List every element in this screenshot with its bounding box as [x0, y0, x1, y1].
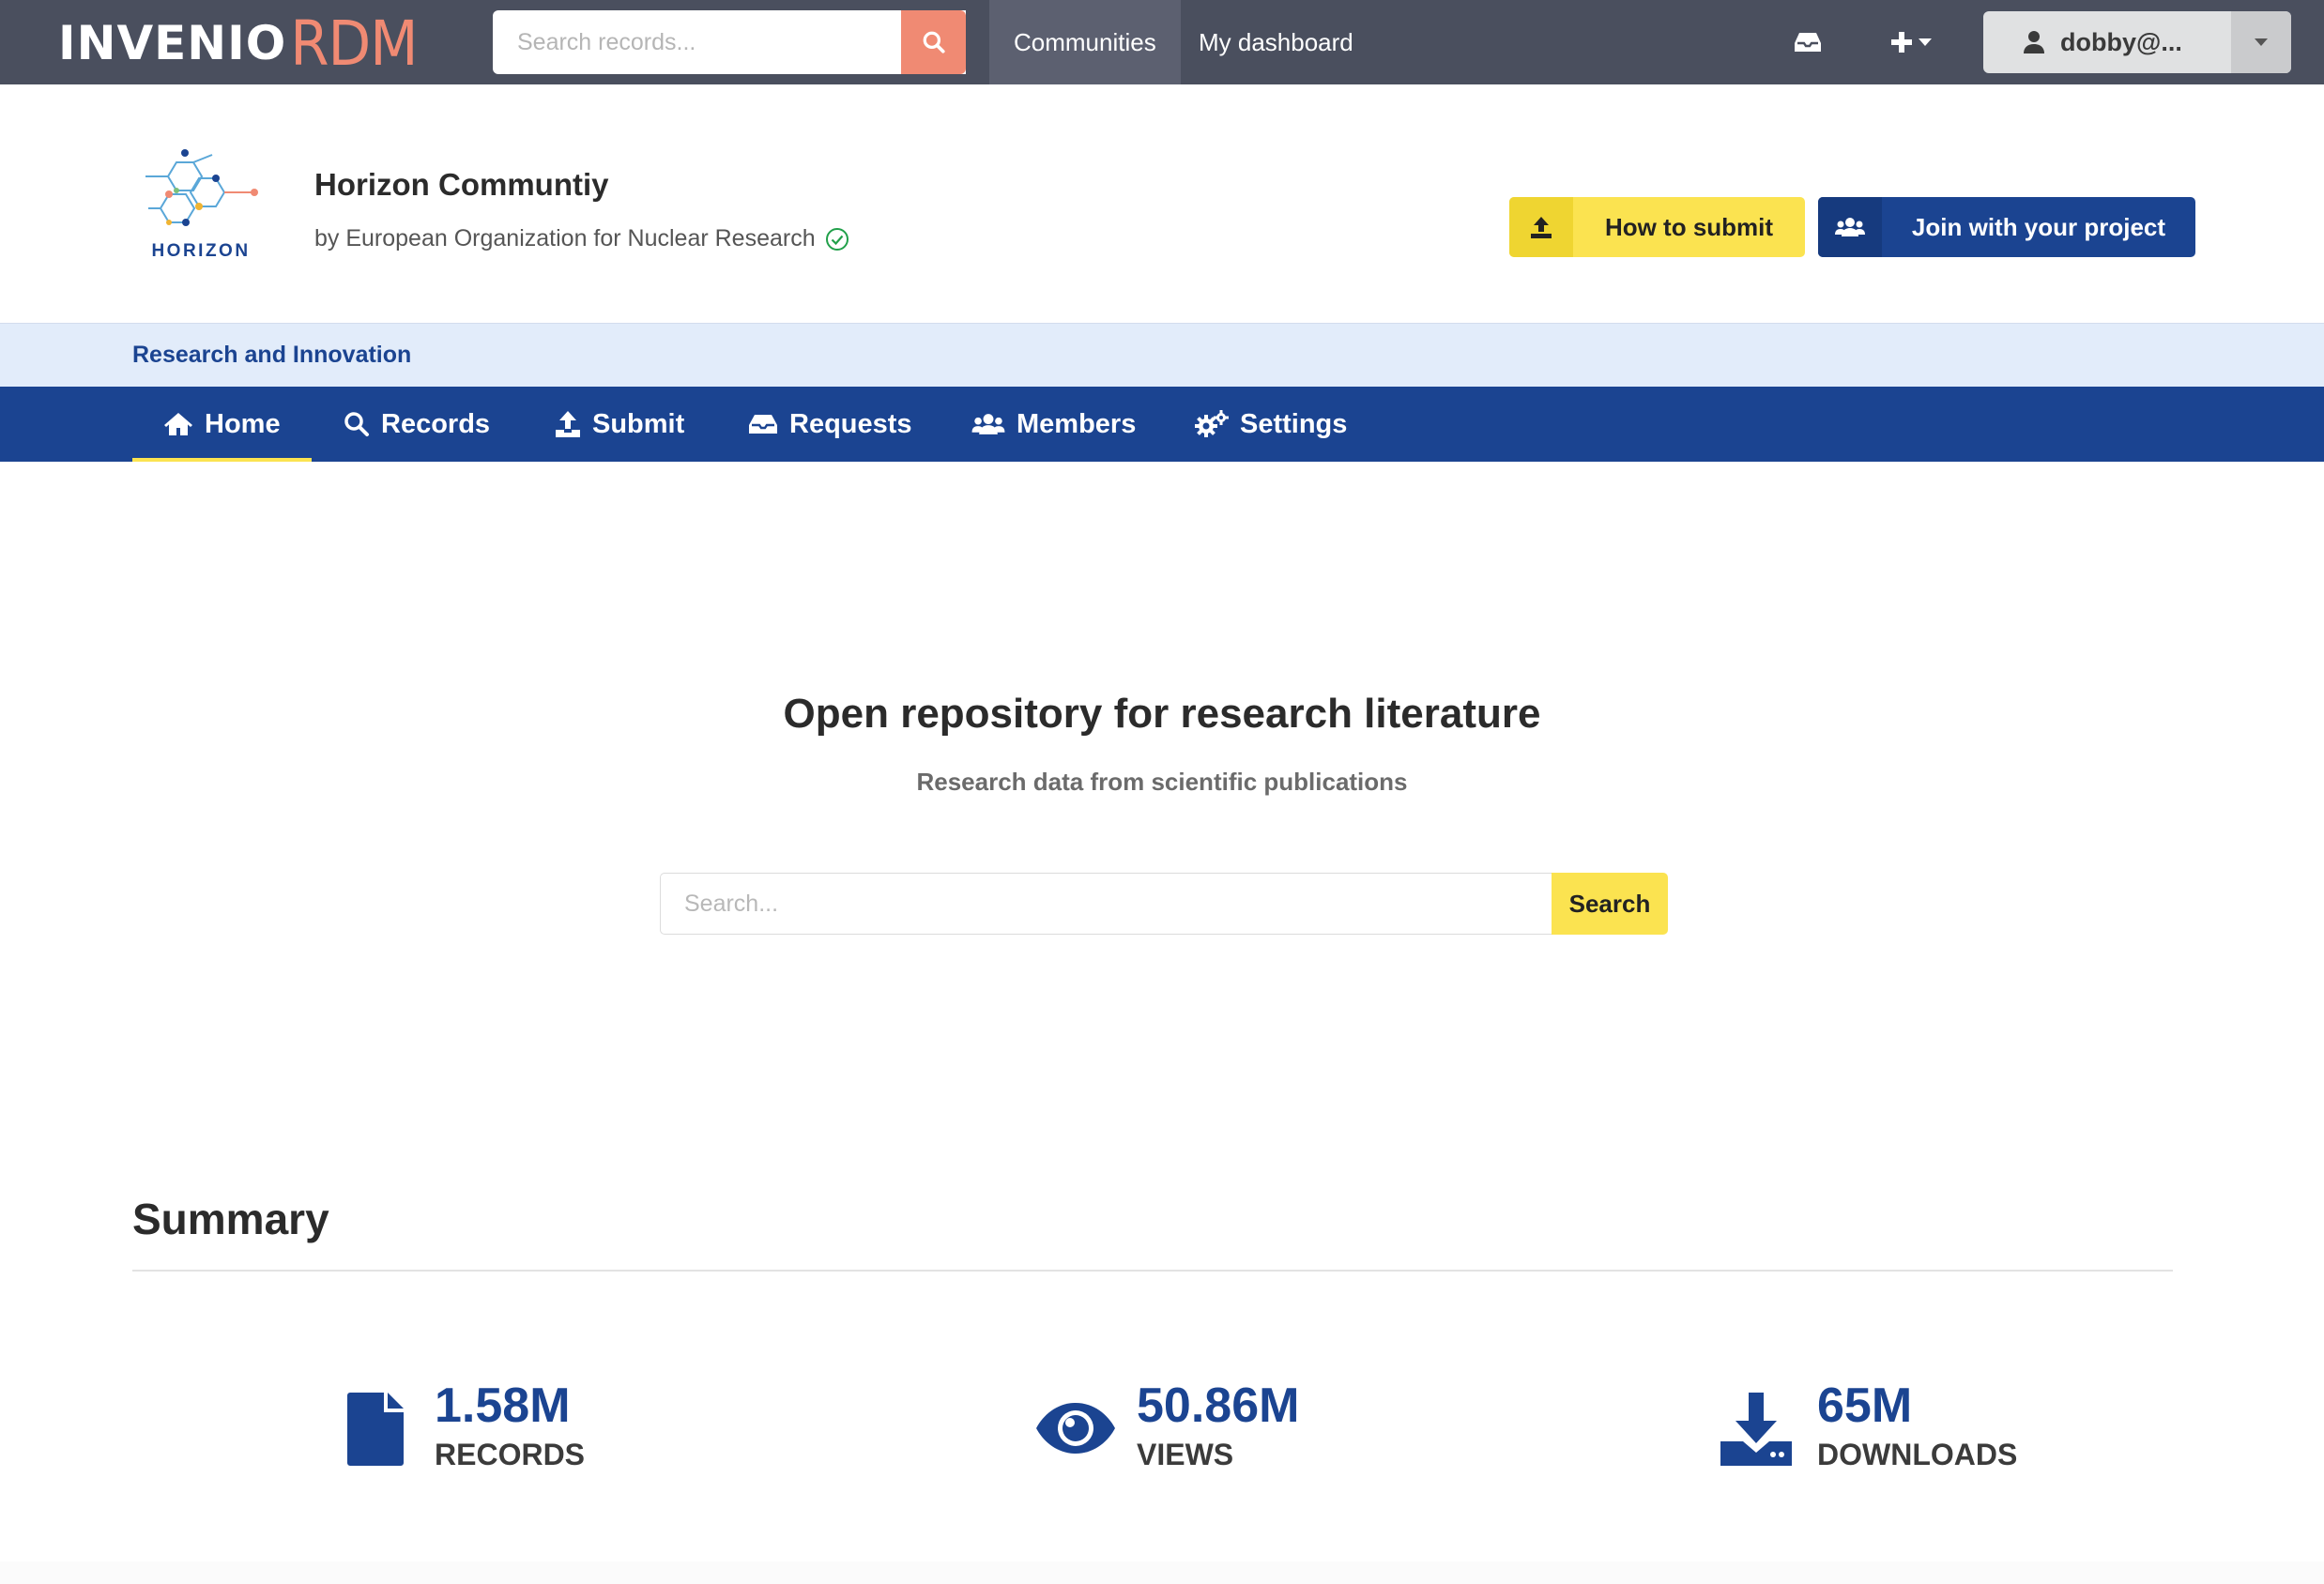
- chevron-down-icon: [2255, 38, 2268, 46]
- users-icon-box: [1818, 197, 1882, 257]
- hero-search-button[interactable]: Search: [1552, 873, 1668, 935]
- tab-settings-label: Settings: [1240, 408, 1348, 439]
- upload-icon: [1531, 217, 1552, 238]
- how-to-submit-button[interactable]: How to submit: [1509, 197, 1805, 257]
- user-icon: [2024, 31, 2044, 53]
- home-icon: [164, 413, 192, 435]
- search-icon: [923, 31, 945, 53]
- nav-communities[interactable]: Communities: [989, 0, 1181, 84]
- tab-records-label: Records: [381, 408, 491, 439]
- stat-views-label: VIEWS: [1137, 1438, 1234, 1471]
- hero-subtitle: Research data from scientific publicatio…: [916, 768, 1408, 796]
- user-email: dobby@...: [2060, 27, 2182, 56]
- inbox-icon: [1795, 33, 1821, 52]
- top-navbar: INVENIO RDM Communities My dashboard dob…: [0, 0, 2324, 84]
- stat-views: 50.86M VIEWS: [1035, 1379, 1299, 1473]
- tab-members-label: Members: [1017, 408, 1137, 439]
- stat-downloads-value: 65M: [1817, 1378, 1913, 1433]
- tab-requests[interactable]: Requests: [748, 387, 912, 462]
- stat-records: 1.58M RECORDS: [347, 1379, 585, 1473]
- community-type-strip: Research and Innovation: [0, 323, 2324, 387]
- users-icon: [1835, 218, 1865, 236]
- community-logo: HORIZON: [141, 145, 261, 266]
- stat-records-value: 1.58M: [435, 1378, 571, 1433]
- cogs-icon: [1195, 410, 1229, 437]
- tab-records[interactable]: Records: [344, 387, 490, 462]
- tab-home-label: Home: [205, 408, 281, 439]
- tab-home[interactable]: Home: [132, 387, 312, 462]
- top-search-button[interactable]: [901, 10, 966, 74]
- hero-title: Open repository for research literature: [783, 691, 1541, 737]
- community-type-label: Research and Innovation: [132, 342, 412, 368]
- plus-icon: [1891, 32, 1912, 53]
- upload-icon: [556, 411, 580, 437]
- summary-divider: [132, 1270, 2173, 1272]
- footer-edge: [0, 1561, 2324, 1584]
- check-circle-icon: [825, 227, 849, 251]
- nav-my-dashboard[interactable]: My dashboard: [1174, 0, 1378, 84]
- community-title: Horizon Communtiy: [314, 167, 609, 202]
- user-menu-button[interactable]: dobby@...: [1983, 11, 2231, 73]
- top-search-input[interactable]: [493, 10, 966, 74]
- eye-icon: [1036, 1403, 1115, 1454]
- logo-text-rdm: RDM: [290, 7, 418, 80]
- horizon-logo-text: HORIZON: [151, 241, 250, 261]
- hero-search-input[interactable]: [661, 874, 1552, 934]
- logo-text-invenio: INVENIO: [58, 16, 287, 70]
- user-menu-caret[interactable]: [2231, 11, 2291, 73]
- download-icon: [1720, 1393, 1792, 1466]
- stat-downloads-label: DOWNLOADS: [1817, 1438, 2018, 1471]
- search-icon: [344, 412, 369, 436]
- stat-downloads: 65M DOWNLOADS: [1720, 1379, 2017, 1473]
- join-project-button[interactable]: Join with your project: [1818, 197, 2195, 257]
- community-byline: by European Organization for Nuclear Res…: [314, 225, 849, 252]
- file-icon: [347, 1393, 404, 1466]
- horizon-logo-graphic: HORIZON: [145, 149, 258, 261]
- tab-settings[interactable]: Settings: [1195, 387, 1347, 462]
- nav-my-dashboard-label: My dashboard: [1199, 27, 1353, 56]
- chevron-down-icon: [1919, 38, 1932, 46]
- user-menu[interactable]: dobby@...: [1983, 11, 2291, 73]
- stat-views-value: 50.86M: [1137, 1378, 1300, 1433]
- summary-title: Summary: [132, 1195, 329, 1243]
- tab-submit-label: Submit: [592, 408, 685, 439]
- invenio-rdm-logo[interactable]: INVENIO RDM: [58, 6, 419, 81]
- community-organization: by European Organization for Nuclear Res…: [314, 225, 816, 251]
- create-new-dropdown[interactable]: [1887, 19, 1935, 66]
- tab-members[interactable]: Members: [971, 387, 1136, 462]
- top-search-box: [493, 10, 966, 74]
- users-icon: [971, 414, 1005, 434]
- tab-submit[interactable]: Submit: [555, 387, 684, 462]
- nav-communities-label: Communities: [1014, 27, 1156, 56]
- inbox-button[interactable]: [1789, 19, 1827, 66]
- how-to-submit-label: How to submit: [1604, 212, 1774, 241]
- community-nav: Home Records Submit Requests Members Set…: [0, 387, 2324, 462]
- stat-records-label: RECORDS: [435, 1438, 586, 1471]
- upload-icon-box: [1509, 197, 1573, 257]
- join-project-label: Join with your project: [1911, 212, 2166, 241]
- inbox-icon: [749, 415, 777, 434]
- tab-requests-label: Requests: [789, 408, 912, 439]
- hero-search-box: [660, 873, 1552, 935]
